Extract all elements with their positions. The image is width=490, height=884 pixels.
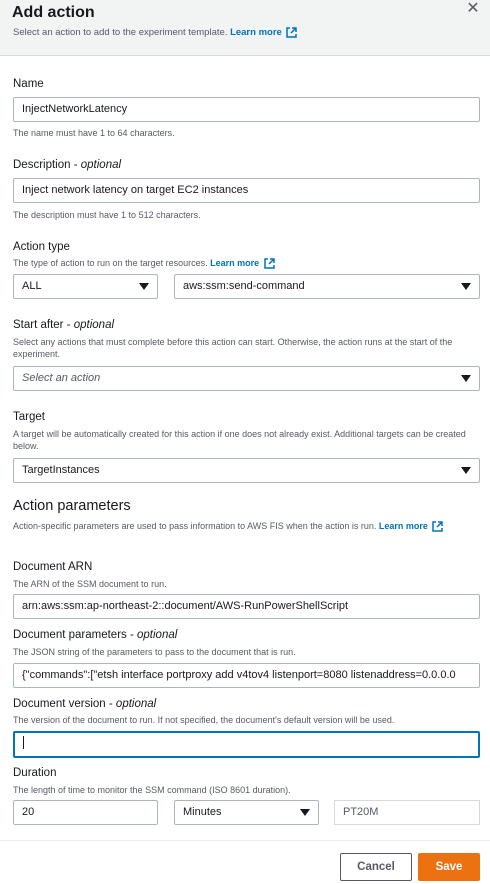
document-arn-input[interactable]: arn:aws:ssm:ap-northeast-2::document/AWS… bbox=[13, 594, 480, 619]
start-after-optional: optional bbox=[73, 319, 115, 331]
duration-value-input[interactable]: 20 bbox=[13, 800, 158, 825]
start-after-placeholder: Select an action bbox=[22, 372, 101, 384]
caret-down-icon bbox=[461, 375, 471, 382]
name-label: Name bbox=[13, 78, 44, 90]
learn-more-link[interactable]: Learn more bbox=[230, 27, 282, 38]
document-version-input[interactable] bbox=[13, 731, 480, 758]
description-help: The description must have 1 to 512 chara… bbox=[13, 210, 201, 220]
text-cursor bbox=[23, 735, 24, 749]
duration-help: The length of time to monitor the SSM co… bbox=[13, 785, 291, 795]
document-parameters-input[interactable]: {"commands":["etsh interface portproxy a… bbox=[13, 663, 480, 688]
dialog-subtitle-text: Select an action to add to the experimen… bbox=[13, 27, 228, 39]
duration-label: Duration bbox=[13, 767, 57, 779]
description-input[interactable]: Inject network latency on target EC2 ins… bbox=[13, 178, 480, 203]
start-after-help: Select any actions that must complete be… bbox=[13, 337, 453, 359]
external-link-icon bbox=[432, 521, 444, 532]
action-category-value: ALL bbox=[22, 280, 42, 292]
external-link-icon bbox=[263, 258, 275, 269]
document-parameters-help: The JSON string of the parameters to pas… bbox=[13, 647, 296, 657]
document-version-optional: optional bbox=[115, 698, 157, 710]
target-select[interactable]: TargetInstances bbox=[13, 458, 480, 483]
document-parameters-label: Document parameters - optional bbox=[13, 629, 178, 641]
target-value: TargetInstances bbox=[22, 464, 100, 476]
action-type-help-text: The type of action to run on the target … bbox=[13, 258, 208, 268]
cancel-button[interactable]: Cancel bbox=[340, 853, 412, 881]
dialog-header: Add action Select an action to add to th… bbox=[0, 0, 490, 56]
action-parameters-help: Action-specific parameters are used to p… bbox=[13, 520, 483, 532]
external-link-icon bbox=[286, 27, 298, 38]
caret-down-icon bbox=[300, 809, 310, 816]
dialog-subtitle: Select an action to add to the experimen… bbox=[13, 27, 298, 39]
caret-down-icon bbox=[461, 467, 471, 474]
document-parameters-label-text: Document parameters bbox=[13, 629, 127, 641]
document-parameters-optional: optional bbox=[137, 629, 178, 641]
caret-down-icon bbox=[139, 283, 149, 290]
start-after-select[interactable]: Select an action bbox=[13, 366, 480, 391]
action-type-select[interactable]: aws:ssm:send-command bbox=[174, 274, 480, 299]
document-arn-label: Document ARN bbox=[13, 561, 93, 573]
action-parameters-help-text: Action-specific parameters are used to p… bbox=[13, 521, 377, 531]
footer-divider bbox=[0, 840, 490, 841]
document-version-label: Document version - optional bbox=[13, 698, 157, 710]
duration-unit-select[interactable]: Minutes bbox=[174, 800, 319, 825]
close-icon[interactable]: ✕ bbox=[462, 0, 484, 20]
action-parameters-title: Action parameters bbox=[13, 498, 131, 514]
action-type-learn-more-link[interactable]: Learn more bbox=[210, 258, 259, 268]
action-category-select[interactable]: ALL bbox=[13, 274, 158, 299]
duration-unit-value: Minutes bbox=[183, 806, 222, 818]
name-input[interactable]: InjectNetworkLatency bbox=[13, 97, 480, 122]
description-label: Description - optional bbox=[13, 159, 122, 171]
action-type-value: aws:ssm:send-command bbox=[183, 280, 305, 292]
description-optional: optional bbox=[80, 159, 122, 171]
document-version-label-text: Document version bbox=[13, 698, 106, 710]
document-version-help: The version of the document to run. If n… bbox=[13, 715, 395, 725]
action-parameters-learn-more-link[interactable]: Learn more bbox=[379, 521, 428, 531]
action-type-help: The type of action to run on the target … bbox=[13, 257, 275, 269]
start-after-label: Start after - optional bbox=[13, 319, 115, 331]
caret-down-icon bbox=[461, 283, 471, 290]
name-help: The name must have 1 to 64 characters. bbox=[13, 128, 175, 138]
start-after-label-text: Start after bbox=[13, 319, 64, 331]
description-label-text: Description bbox=[13, 159, 71, 171]
target-label: Target bbox=[13, 411, 45, 423]
save-button[interactable]: Save bbox=[418, 853, 480, 881]
dialog-title: Add action bbox=[12, 4, 95, 21]
target-help: A target will be automatically created f… bbox=[13, 429, 466, 451]
document-arn-help: The ARN of the SSM document to run. bbox=[13, 579, 167, 589]
action-type-label: Action type bbox=[13, 241, 70, 253]
duration-iso-value: PT20M bbox=[334, 800, 480, 825]
